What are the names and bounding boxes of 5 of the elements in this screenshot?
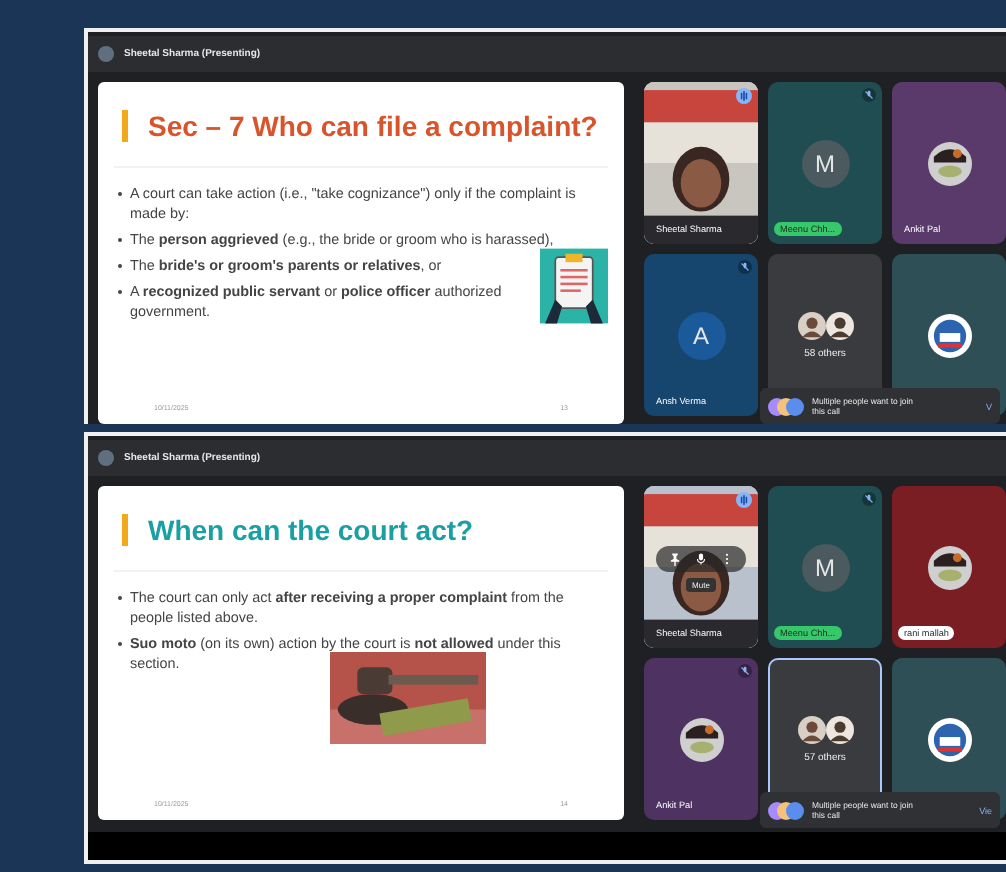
avatar: A xyxy=(677,311,725,359)
avatar: M xyxy=(801,543,849,591)
slide-title: Sec – 7 Who can file a complaint? xyxy=(148,110,598,142)
avatar: M xyxy=(801,139,849,187)
slide-title: When can the court act? xyxy=(148,514,474,546)
